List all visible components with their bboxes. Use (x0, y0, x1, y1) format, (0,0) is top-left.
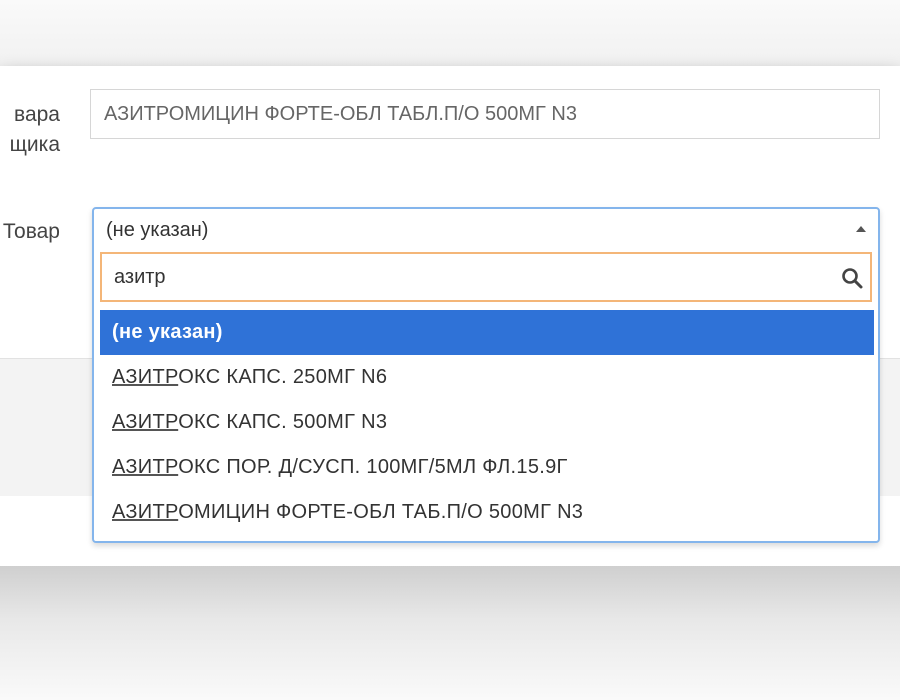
product-select-dropdown[interactable]: (не указан) (не указан)АЗИТРОКС КАПС. 25… (92, 207, 880, 543)
dropdown-option[interactable]: АЗИТРОКС КАПС. 500МГ N3 (100, 400, 874, 445)
dropdown-search-box (100, 252, 872, 302)
option-label: ОКС ПОР. Д/СУСП. 100МГ/5МЛ ФЛ.15.9Г (178, 456, 568, 478)
dropdown-search-input[interactable] (102, 254, 834, 300)
option-match-highlight: АЗИТР (112, 411, 179, 433)
dropdown-option[interactable]: АЗИТРОКС КАПС. 250МГ N6 (100, 355, 874, 400)
product-label: Товар (2, 220, 60, 243)
dropdown-options-list: (не указан) АЗИТРОКС КАПС. 250МГ N6 АЗИТРО… (100, 310, 874, 535)
option-match-highlight: АЗИТР (112, 456, 179, 478)
triangle-up-icon[interactable] (856, 226, 866, 232)
supplier-name-label: вара щика (0, 100, 60, 160)
dropdown-option[interactable]: АЗИТРОКС ПОР. Д/СУСП. 100МГ/5МЛ ФЛ.15.9Г (100, 445, 874, 490)
option-label: (не указан) (112, 321, 223, 343)
supplier-product-name-field[interactable]: АЗИТРОМИЦИН ФОРТЕ-ОБЛ ТАБЛ.П/О 500МГ N3 (90, 89, 880, 139)
window-top-background (0, 0, 900, 66)
window-bottom-background (0, 566, 900, 700)
dropdown-option-selected[interactable]: (не указан) (100, 310, 874, 355)
option-match-highlight: АЗИТР (112, 366, 179, 388)
supplier-name-label-line1: вара (14, 103, 60, 126)
option-label: ОКС КАПС. 250МГ N6 (178, 366, 388, 388)
option-label: ОКС КАПС. 500МГ N3 (178, 411, 388, 433)
option-match-highlight: АЗИТР (112, 501, 179, 523)
magnifier-icon (842, 268, 863, 289)
dropdown-option[interactable]: АЗИТРОМИЦИН ФОРТЕ-ОБЛ ТАБ.П/О 500МГ N3 (100, 490, 874, 535)
product-select-current-value[interactable]: (не указан) (106, 219, 208, 242)
supplier-name-label-line2: щика (9, 133, 60, 156)
option-label: ОМИЦИН ФОРТЕ-ОБЛ ТАБ.П/О 500МГ N3 (178, 501, 584, 523)
